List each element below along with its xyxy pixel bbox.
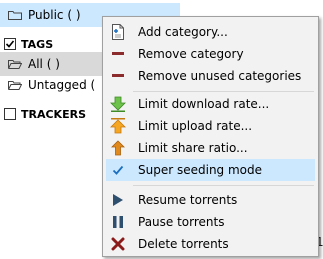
menu-label: Limit upload rate...	[138, 119, 253, 133]
tags-section-label: TAGS	[21, 37, 54, 51]
menu-item-resume-torrents[interactable]: Resume torrents	[106, 189, 315, 211]
category-label-public: Public ( )	[28, 8, 81, 22]
menu-item-remove-unused-categories[interactable]: Remove unused categories	[106, 65, 315, 87]
upload-arrow-icon	[109, 117, 127, 135]
trackers-section-checkbox[interactable]	[4, 108, 16, 120]
download-arrow-icon	[109, 95, 127, 113]
folder-open-icon	[8, 81, 22, 90]
menu-label: Pause torrents	[138, 215, 225, 229]
context-menu: Add category... Remove category Remove u…	[102, 16, 319, 257]
menu-label: Remove unused categories	[138, 69, 302, 83]
pause-icon	[109, 213, 127, 231]
menu-item-pause-torrents[interactable]: Pause torrents	[106, 211, 315, 233]
menu-label: Limit download rate...	[138, 97, 270, 111]
share-ratio-icon	[109, 139, 127, 157]
add-category-icon	[109, 23, 127, 41]
menu-separator	[133, 91, 314, 92]
trackers-section-label: TRACKERS	[21, 107, 86, 121]
menu-item-delete-torrents[interactable]: Delete torrents	[106, 233, 315, 255]
tags-section-checkbox[interactable]	[4, 38, 16, 50]
menu-item-add-category[interactable]: Add category...	[106, 21, 315, 43]
menu-separator	[133, 185, 314, 186]
remove-icon	[109, 67, 127, 85]
checkmark-icon	[109, 161, 127, 179]
trackers-section-header[interactable]: TRACKERS	[0, 102, 86, 126]
check-icon	[5, 40, 15, 48]
play-icon	[109, 191, 127, 209]
tag-label-all: All ( )	[28, 57, 60, 71]
menu-label: Remove category	[138, 47, 244, 61]
folder-icon	[8, 11, 22, 20]
folder-open-icon	[8, 60, 22, 69]
menu-label: Limit share ratio...	[138, 141, 248, 155]
tag-item-untagged[interactable]: Untagged (	[0, 73, 104, 97]
remove-icon	[109, 45, 127, 63]
delete-x-icon	[109, 235, 127, 253]
menu-label: Add category...	[138, 25, 228, 39]
menu-item-super-seeding-mode[interactable]: Super seeding mode	[106, 159, 315, 181]
menu-item-limit-download-rate[interactable]: Limit download rate...	[106, 93, 315, 115]
tag-label-untagged: Untagged (	[28, 78, 96, 92]
menu-label: Delete torrents	[138, 237, 229, 251]
menu-item-limit-share-ratio[interactable]: Limit share ratio...	[106, 137, 315, 159]
menu-item-remove-category[interactable]: Remove category	[106, 43, 315, 65]
menu-label: Super seeding mode	[138, 163, 263, 177]
menu-item-limit-upload-rate[interactable]: Limit upload rate...	[106, 115, 315, 137]
menu-label: Resume torrents	[138, 193, 238, 207]
